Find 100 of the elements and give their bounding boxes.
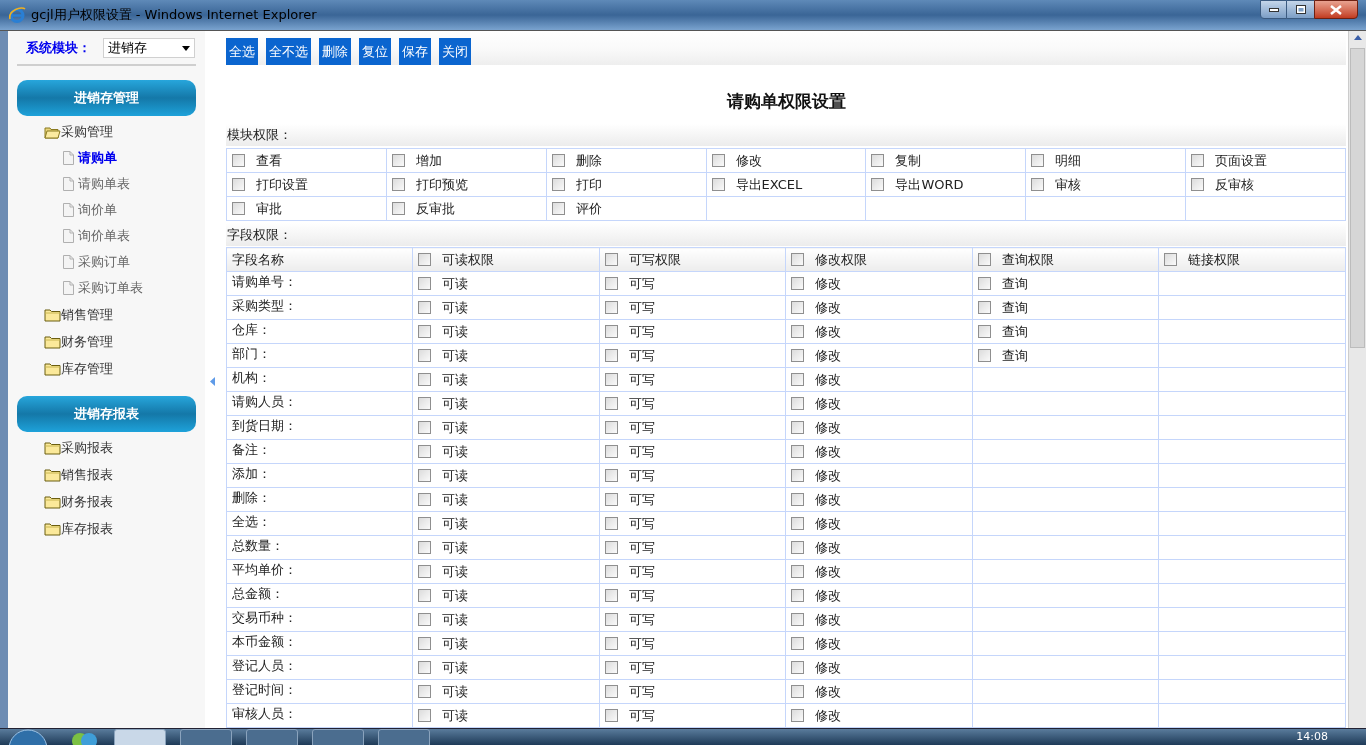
checkbox[interactable] bbox=[604, 613, 618, 626]
checkbox[interactable] bbox=[791, 613, 805, 626]
checkbox[interactable] bbox=[871, 154, 885, 168]
checkbox[interactable] bbox=[551, 202, 565, 216]
checkbox[interactable] bbox=[791, 349, 805, 362]
checkbox[interactable] bbox=[232, 154, 245, 168]
tree-folder[interactable]: 采购报表 bbox=[8, 434, 205, 461]
checkbox[interactable] bbox=[418, 661, 431, 674]
checkbox[interactable] bbox=[418, 421, 431, 434]
checkbox[interactable] bbox=[1031, 154, 1045, 168]
checkbox[interactable] bbox=[604, 373, 618, 386]
checkbox[interactable] bbox=[977, 325, 991, 338]
checkbox[interactable] bbox=[604, 301, 618, 314]
checkbox[interactable] bbox=[791, 301, 805, 314]
checkbox[interactable] bbox=[391, 154, 405, 168]
taskbar-button[interactable] bbox=[180, 729, 232, 745]
checkbox[interactable] bbox=[418, 709, 431, 722]
toolbar-button[interactable]: 保存 bbox=[399, 38, 431, 65]
collapse-arrow-icon[interactable] bbox=[210, 377, 215, 386]
checkbox[interactable] bbox=[1191, 154, 1205, 168]
checkbox[interactable] bbox=[791, 277, 805, 290]
checkbox[interactable] bbox=[977, 301, 991, 314]
checkbox[interactable] bbox=[604, 493, 618, 506]
checkbox[interactable] bbox=[791, 637, 805, 650]
checkbox[interactable] bbox=[604, 445, 618, 458]
checkbox[interactable] bbox=[791, 493, 805, 506]
checkbox[interactable] bbox=[232, 202, 245, 216]
tree-folder[interactable]: 财务管理 bbox=[8, 328, 205, 355]
tree-folder[interactable]: 财务报表 bbox=[8, 488, 205, 515]
checkbox[interactable] bbox=[418, 445, 431, 458]
checkbox[interactable] bbox=[1164, 253, 1178, 266]
checkbox[interactable] bbox=[418, 493, 431, 506]
scrollbar[interactable] bbox=[1348, 31, 1366, 728]
checkbox[interactable] bbox=[711, 154, 725, 168]
checkbox[interactable] bbox=[791, 565, 805, 578]
module-select[interactable]: 进销存 bbox=[103, 38, 195, 58]
taskbar-button[interactable] bbox=[312, 729, 364, 745]
checkbox[interactable] bbox=[418, 637, 431, 650]
checkbox[interactable] bbox=[604, 685, 618, 698]
checkbox[interactable] bbox=[604, 637, 618, 650]
tree-folder[interactable]: 销售报表 bbox=[8, 461, 205, 488]
toolbar-button[interactable]: 删除 bbox=[319, 38, 351, 65]
checkbox[interactable] bbox=[791, 421, 805, 434]
checkbox[interactable] bbox=[418, 349, 431, 362]
tree-folder[interactable]: 库存报表 bbox=[8, 515, 205, 542]
checkbox[interactable] bbox=[977, 349, 991, 362]
tree-item[interactable]: 请购单表 bbox=[8, 171, 205, 197]
checkbox[interactable] bbox=[791, 445, 805, 458]
tree-item[interactable]: 请购单 bbox=[8, 145, 205, 171]
scrollbar-thumb[interactable] bbox=[1350, 48, 1365, 348]
checkbox[interactable] bbox=[551, 178, 565, 192]
checkbox[interactable] bbox=[418, 517, 431, 530]
tree-folder[interactable]: 库存管理 bbox=[8, 355, 205, 382]
checkbox[interactable] bbox=[418, 589, 431, 602]
checkbox[interactable] bbox=[791, 373, 805, 386]
section-header[interactable]: 进销存管理 bbox=[17, 80, 196, 116]
tree-item[interactable]: 采购订单表 bbox=[8, 275, 205, 301]
checkbox[interactable] bbox=[711, 178, 725, 192]
checkbox[interactable] bbox=[418, 613, 431, 626]
checkbox[interactable] bbox=[791, 253, 805, 266]
toolbar-button[interactable]: 关闭 bbox=[439, 38, 471, 65]
checkbox[interactable] bbox=[418, 565, 431, 578]
minimize-button[interactable] bbox=[1260, 0, 1287, 19]
checkbox[interactable] bbox=[551, 154, 565, 168]
checkbox[interactable] bbox=[604, 589, 618, 602]
taskbar-button[interactable] bbox=[246, 729, 298, 745]
checkbox[interactable] bbox=[791, 589, 805, 602]
checkbox[interactable] bbox=[604, 469, 618, 482]
checkbox[interactable] bbox=[977, 253, 991, 266]
checkbox[interactable] bbox=[604, 541, 618, 554]
tree-folder[interactable]: 采购管理 bbox=[8, 118, 205, 145]
checkbox[interactable] bbox=[604, 661, 618, 674]
checkbox[interactable] bbox=[604, 709, 618, 722]
checkbox[interactable] bbox=[418, 373, 431, 386]
tree-item[interactable]: 采购订单 bbox=[8, 249, 205, 275]
toolbar-button[interactable]: 全选 bbox=[226, 38, 258, 65]
checkbox[interactable] bbox=[791, 517, 805, 530]
checkbox[interactable] bbox=[604, 565, 618, 578]
toolbar-button[interactable]: 复位 bbox=[359, 38, 391, 65]
checkbox[interactable] bbox=[791, 469, 805, 482]
checkbox[interactable] bbox=[604, 349, 618, 362]
checkbox[interactable] bbox=[418, 277, 431, 290]
checkbox[interactable] bbox=[604, 277, 618, 290]
checkbox[interactable] bbox=[791, 685, 805, 698]
taskbar-button[interactable] bbox=[378, 729, 430, 745]
checkbox[interactable] bbox=[1031, 178, 1045, 192]
checkbox[interactable] bbox=[418, 301, 431, 314]
checkbox[interactable] bbox=[604, 325, 618, 338]
checkbox[interactable] bbox=[418, 325, 431, 338]
checkbox[interactable] bbox=[791, 541, 805, 554]
checkbox[interactable] bbox=[604, 253, 618, 266]
checkbox[interactable] bbox=[418, 541, 431, 554]
toolbar-button[interactable]: 全不选 bbox=[266, 38, 311, 65]
checkbox[interactable] bbox=[791, 661, 805, 674]
checkbox[interactable] bbox=[604, 421, 618, 434]
checkbox[interactable] bbox=[1191, 178, 1205, 192]
checkbox[interactable] bbox=[418, 397, 431, 410]
checkbox[interactable] bbox=[418, 469, 431, 482]
checkbox[interactable] bbox=[604, 397, 618, 410]
checkbox[interactable] bbox=[604, 517, 618, 530]
